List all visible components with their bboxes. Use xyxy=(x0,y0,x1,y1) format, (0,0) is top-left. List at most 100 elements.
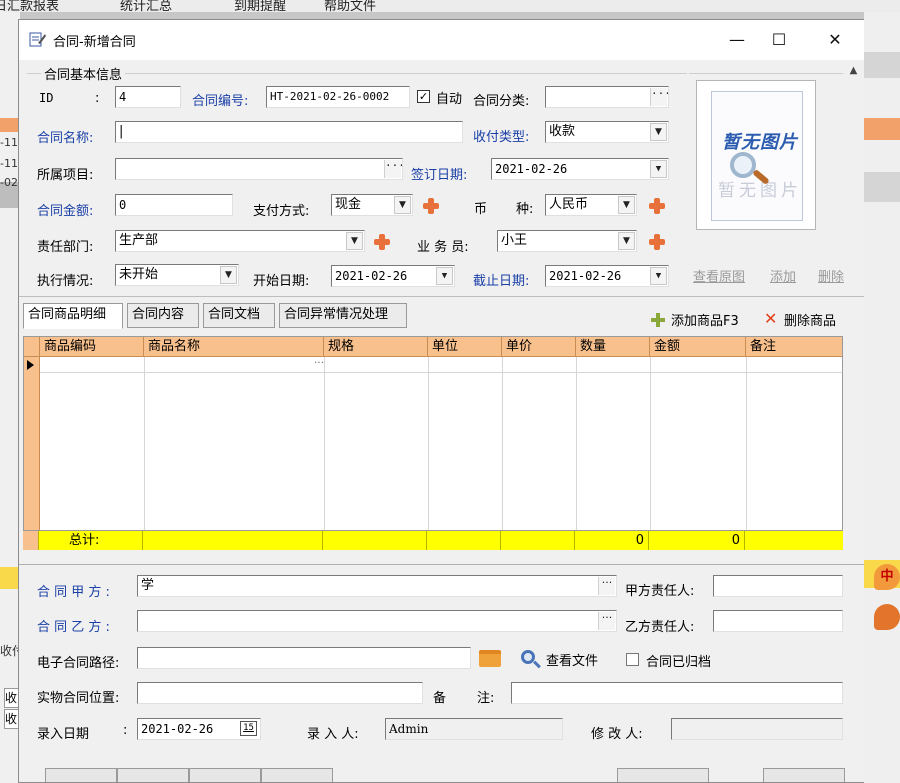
auto-checkbox[interactable]: ✓ xyxy=(417,90,430,103)
chevron-down-icon[interactable]: ▼ xyxy=(650,123,667,141)
bottom-button[interactable] xyxy=(189,768,261,782)
chevron-down-icon[interactable]: ▼ xyxy=(394,196,411,214)
delete-icon[interactable]: ✕ xyxy=(764,309,777,328)
dept-select[interactable]: 生产部 ▼ xyxy=(115,230,365,252)
pay-method-select[interactable]: 现金 ▼ xyxy=(331,194,413,216)
chevron-down-icon[interactable]: ▼ xyxy=(650,267,667,285)
party-b-rep-label: 乙方责任人: xyxy=(625,620,695,635)
bg-menu-item[interactable]: 日汇款报表 xyxy=(0,0,59,12)
remark-field[interactable] xyxy=(511,682,843,704)
contract-image-box[interactable]: 暂无图片 暂无图片 xyxy=(696,80,816,230)
chevron-down-icon[interactable]: ▼ xyxy=(346,232,363,250)
row-ellipsis-icon[interactable]: … xyxy=(314,355,324,366)
add-pay-method-icon[interactable] xyxy=(423,198,439,214)
column-header[interactable]: 数量 xyxy=(576,337,650,357)
end-date-picker[interactable]: 2021-02-26 ▼ xyxy=(545,265,669,287)
badge-icon: 中 xyxy=(874,564,900,590)
scroll-up-arrow-icon[interactable]: ▲ xyxy=(843,60,864,82)
column-header[interactable]: 金额 xyxy=(650,337,746,357)
dept-label: 责任部门: xyxy=(37,240,94,255)
ellipsis-icon[interactable]: ··· xyxy=(598,612,615,630)
maximize-button[interactable]: ☐ xyxy=(764,28,794,52)
start-date-picker[interactable]: 2021-02-26 ▼ xyxy=(331,265,455,287)
column-header[interactable]: 备注 xyxy=(746,337,842,357)
bottom-button[interactable] xyxy=(763,768,845,782)
e-path-field[interactable] xyxy=(137,647,471,669)
bottom-button[interactable] xyxy=(261,768,333,782)
pay-type-select[interactable]: 收款 ▼ xyxy=(545,121,669,143)
total-label: 总计: xyxy=(39,531,143,550)
view-original-link[interactable]: 查看原图 xyxy=(693,266,745,285)
add-currency-icon[interactable] xyxy=(649,198,665,214)
add-dept-icon[interactable] xyxy=(374,234,390,250)
contract-code-field[interactable]: HT-2021-02-26-0002 xyxy=(266,86,410,108)
pay-method-label: 支付方式: xyxy=(253,204,310,219)
window-title: 合同-新增合同 xyxy=(53,35,136,50)
column-header[interactable]: 商品名称 xyxy=(144,337,324,357)
category-field[interactable]: ··· xyxy=(545,86,669,108)
end-date-label: 截止日期: xyxy=(473,274,530,289)
bg-menu-item[interactable]: 到期提醒 xyxy=(234,0,286,12)
no-image-title: 暂无图片 xyxy=(722,132,798,153)
chevron-down-icon[interactable]: ▼ xyxy=(436,267,453,285)
calendar-icon[interactable]: 15 xyxy=(240,721,257,736)
delete-product-button[interactable]: 删除商品 xyxy=(784,310,836,329)
status-select[interactable]: 未开始 ▼ xyxy=(115,264,239,286)
close-button[interactable]: ✕ xyxy=(820,28,850,52)
folder-icon[interactable] xyxy=(479,650,501,667)
add-staff-icon[interactable] xyxy=(649,234,665,250)
tab-exception-handling[interactable]: 合同异常情况处理 xyxy=(279,303,407,328)
amount-field[interactable]: 0 xyxy=(115,194,233,216)
bg-menu-item[interactable]: 帮助文件 xyxy=(324,0,376,12)
sign-date-picker[interactable]: 2021-02-26 ▼ xyxy=(491,158,669,180)
delete-image-link[interactable]: 删除 xyxy=(818,266,844,285)
bg-text: -11 xyxy=(0,157,18,170)
contract-name-field[interactable]: | xyxy=(115,121,463,143)
contract-name-label: 合同名称: xyxy=(37,131,94,146)
archived-checkbox[interactable] xyxy=(626,653,639,666)
party-b-label: 合 同 乙 方 : xyxy=(37,620,110,635)
staff-select[interactable]: 小王 ▼ xyxy=(497,230,637,252)
currency-select[interactable]: 人民币 ▼ xyxy=(545,194,637,216)
project-field[interactable]: ··· xyxy=(115,158,403,180)
ellipsis-icon[interactable]: ··· xyxy=(650,88,668,106)
tab-product-detail[interactable]: 合同商品明细 xyxy=(23,303,123,329)
entry-user-label: 录 入 人: xyxy=(307,727,359,742)
entry-date-colon: : xyxy=(123,723,128,738)
physical-location-field[interactable] xyxy=(137,682,423,704)
background-left-panel: -11 -11 -02 收付 收 收 xyxy=(0,12,20,783)
party-a-rep-field[interactable] xyxy=(713,575,843,597)
ellipsis-icon[interactable]: ··· xyxy=(384,160,402,178)
chevron-down-icon[interactable]: ▼ xyxy=(618,232,635,250)
minimize-button[interactable]: — xyxy=(722,28,752,52)
add-product-icon[interactable] xyxy=(651,313,665,327)
bg-text: -02 xyxy=(0,176,18,189)
bottom-button[interactable] xyxy=(45,768,117,782)
id-field[interactable]: 4 xyxy=(115,86,181,108)
sign-date-label: 签订日期: xyxy=(411,168,468,183)
party-b-rep-field[interactable] xyxy=(713,610,843,632)
view-file-button[interactable]: 查看文件 xyxy=(546,650,598,669)
tab-contract-docs[interactable]: 合同文档 xyxy=(203,303,275,328)
ellipsis-icon[interactable]: ··· xyxy=(598,577,615,595)
add-image-link[interactable]: 添加 xyxy=(770,266,796,285)
e-path-label: 电子合同路径: xyxy=(37,656,120,671)
bottom-button[interactable] xyxy=(617,768,709,782)
search-icon[interactable] xyxy=(521,650,535,664)
bg-menu-item[interactable]: 统计汇总 xyxy=(120,0,172,12)
chevron-down-icon[interactable]: ▼ xyxy=(220,266,237,284)
party-a-field[interactable]: 学 ··· xyxy=(137,575,617,597)
product-grid[interactable]: 商品编码 商品名称 规格 单位 单价 数量 金额 备注 … xyxy=(23,336,843,550)
column-header[interactable]: 商品编码 xyxy=(40,337,144,357)
party-b-field[interactable]: ··· xyxy=(137,610,617,632)
column-header[interactable]: 单价 xyxy=(502,337,576,357)
chevron-down-icon[interactable]: ▼ xyxy=(650,160,667,178)
add-product-button[interactable]: 添加商品F3 xyxy=(671,310,739,329)
column-header[interactable]: 规格 xyxy=(324,337,428,357)
bottom-button[interactable] xyxy=(117,768,189,782)
table-row[interactable]: … xyxy=(40,355,842,373)
entry-date-field[interactable]: 2021-02-26 15 xyxy=(137,718,261,740)
chevron-down-icon[interactable]: ▼ xyxy=(618,196,635,214)
column-header[interactable]: 单位 xyxy=(428,337,502,357)
tab-contract-content[interactable]: 合同内容 xyxy=(127,303,199,328)
